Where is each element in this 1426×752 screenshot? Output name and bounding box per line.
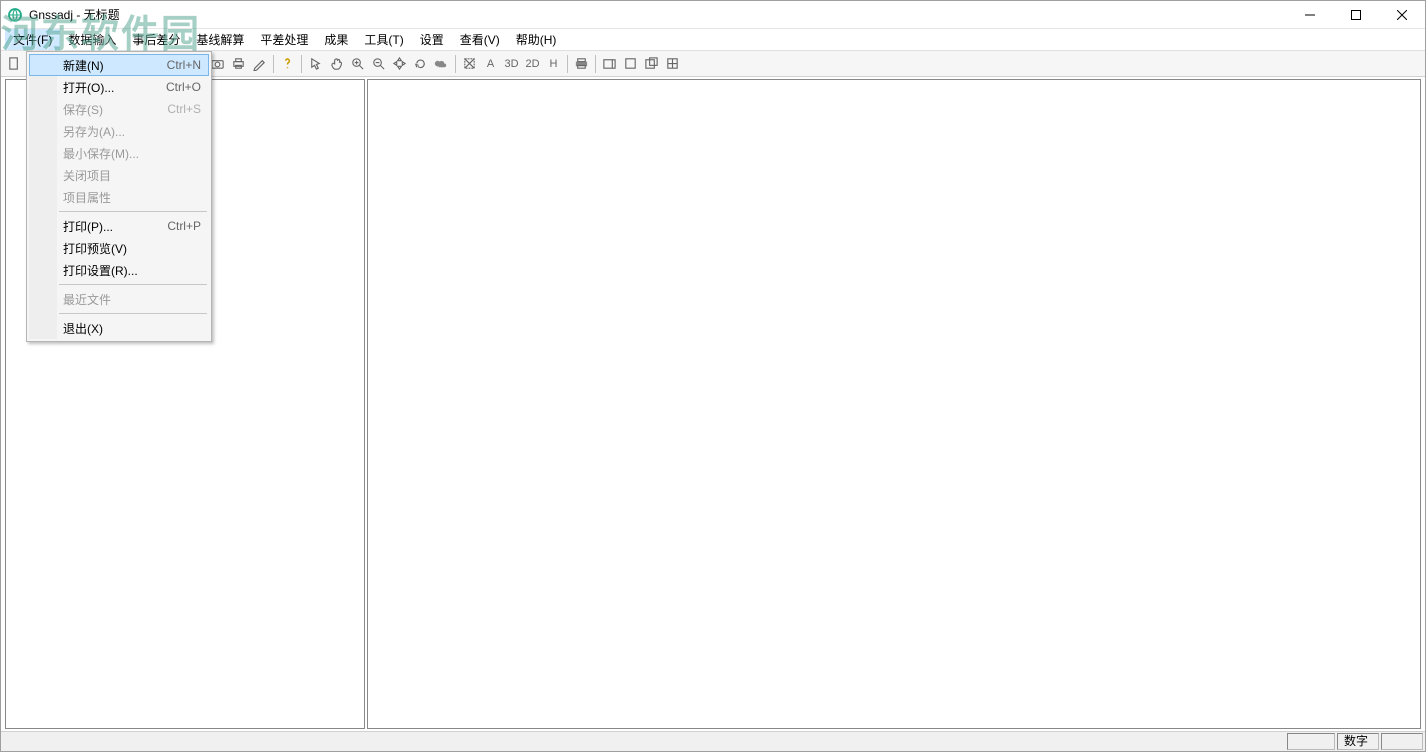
toolbar-separator [455, 55, 456, 73]
menu-item-props[interactable]: 项目属性 [29, 186, 209, 208]
menu-item-accel: Ctrl+S [167, 102, 201, 116]
toolbar: A 3D 2D H [1, 51, 1425, 77]
toolbar-separator [273, 55, 274, 73]
menu-item-close[interactable]: 关闭项目 [29, 164, 209, 186]
menu-item-saveas[interactable]: 另存为(A)... [29, 120, 209, 142]
menu-file[interactable]: 文件(F) [5, 29, 60, 50]
menu-separator [59, 313, 207, 314]
toolbar-separator [567, 55, 568, 73]
menu-datainput[interactable]: 数据输入 [60, 29, 124, 50]
window-controls [1287, 1, 1425, 28]
menu-item-label: 打印设置(R)... [63, 262, 201, 279]
box-select-icon[interactable] [459, 53, 480, 74]
zoom-in-icon[interactable] [347, 53, 368, 74]
menu-item-print[interactable]: 打印(P)... Ctrl+P [29, 215, 209, 237]
toolbar-separator [595, 55, 596, 73]
pointer-icon[interactable] [305, 53, 326, 74]
pan-icon[interactable] [326, 53, 347, 74]
menu-item-new[interactable]: 新建(N) Ctrl+N [29, 54, 209, 76]
zoom-out-icon[interactable] [368, 53, 389, 74]
view-3d-button[interactable]: 3D [501, 53, 522, 74]
menu-settings[interactable]: 设置 [412, 29, 452, 50]
printer-icon[interactable] [571, 53, 592, 74]
close-button[interactable] [1379, 1, 1425, 28]
title-bar: Gnssadj - 无标题 [1, 1, 1425, 29]
menu-item-label: 打开(O)... [63, 79, 166, 96]
zoom-extents-icon[interactable] [389, 53, 410, 74]
menu-result[interactable]: 成果 [316, 29, 356, 50]
text-a-icon[interactable]: A [480, 53, 501, 74]
file-menu-dropdown: 新建(N) Ctrl+N 打开(O)... Ctrl+O 保存(S) Ctrl+… [26, 51, 212, 342]
client-area [1, 77, 1425, 731]
cloud-icon[interactable] [431, 53, 452, 74]
menu-item-label: 项目属性 [63, 189, 201, 206]
menu-item-accel: Ctrl+O [166, 80, 201, 94]
menu-item-open[interactable]: 打开(O)... Ctrl+O [29, 76, 209, 98]
main-view [367, 79, 1421, 729]
menu-separator [59, 211, 207, 212]
view-h-button[interactable]: H [543, 53, 564, 74]
rotate-icon[interactable] [410, 53, 431, 74]
status-cell-trailing [1381, 733, 1423, 750]
menu-item-save[interactable]: 保存(S) Ctrl+S [29, 98, 209, 120]
print-icon[interactable] [228, 53, 249, 74]
menu-item-accel: Ctrl+N [167, 58, 201, 72]
view-2d-button[interactable]: 2D [522, 53, 543, 74]
layer-2-icon[interactable] [620, 53, 641, 74]
minimize-button[interactable] [1287, 1, 1333, 28]
menu-help[interactable]: 帮助(H) [508, 29, 565, 50]
menu-item-label: 退出(X) [63, 320, 201, 337]
menu-item-label: 另存为(A)... [63, 123, 201, 140]
toolbar-separator [301, 55, 302, 73]
menu-item-label: 打印(P)... [63, 218, 167, 235]
status-cell-numlock: 数字 [1337, 733, 1379, 750]
menu-separator [59, 284, 207, 285]
menu-item-exit[interactable]: 退出(X) [29, 317, 209, 339]
menu-view[interactable]: 查看(V) [452, 29, 508, 50]
menu-baseline[interactable]: 基线解算 [188, 29, 252, 50]
menu-bar: 文件(F) 数据输入 事后差分 基线解算 平差处理 成果 工具(T) 设置 查看… [1, 29, 1425, 51]
menu-item-preview[interactable]: 打印预览(V) [29, 237, 209, 259]
layer-1-icon[interactable] [599, 53, 620, 74]
app-icon [7, 7, 23, 23]
new-icon[interactable] [4, 53, 25, 74]
menu-tools[interactable]: 工具(T) [356, 29, 411, 50]
maximize-button[interactable] [1333, 1, 1379, 28]
window-title: Gnssadj - 无标题 [29, 6, 120, 23]
pencil-icon[interactable] [249, 53, 270, 74]
help-icon[interactable] [277, 53, 298, 74]
menu-item-recent[interactable]: 最近文件 [29, 288, 209, 310]
menu-item-label: 最小保存(M)... [63, 145, 201, 162]
menu-item-label: 新建(N) [63, 57, 167, 74]
app-window: Gnssadj - 无标题 河东软件园 www.pc0359.cn 文件(F) … [0, 0, 1426, 752]
menu-item-label: 保存(S) [63, 101, 167, 118]
menu-item-label: 关闭项目 [63, 167, 201, 184]
menu-item-minsave[interactable]: 最小保存(M)... [29, 142, 209, 164]
layer-3-icon[interactable] [641, 53, 662, 74]
menu-item-label: 最近文件 [63, 291, 201, 308]
status-cell-empty [1287, 733, 1335, 750]
menu-item-accel: Ctrl+P [167, 219, 201, 233]
menu-adjust[interactable]: 平差处理 [252, 29, 316, 50]
layer-4-icon[interactable] [662, 53, 683, 74]
menu-postdiff[interactable]: 事后差分 [124, 29, 188, 50]
status-bar: 数字 [1, 731, 1425, 751]
menu-item-label: 打印预览(V) [63, 240, 201, 257]
menu-item-pagesetup[interactable]: 打印设置(R)... [29, 259, 209, 281]
